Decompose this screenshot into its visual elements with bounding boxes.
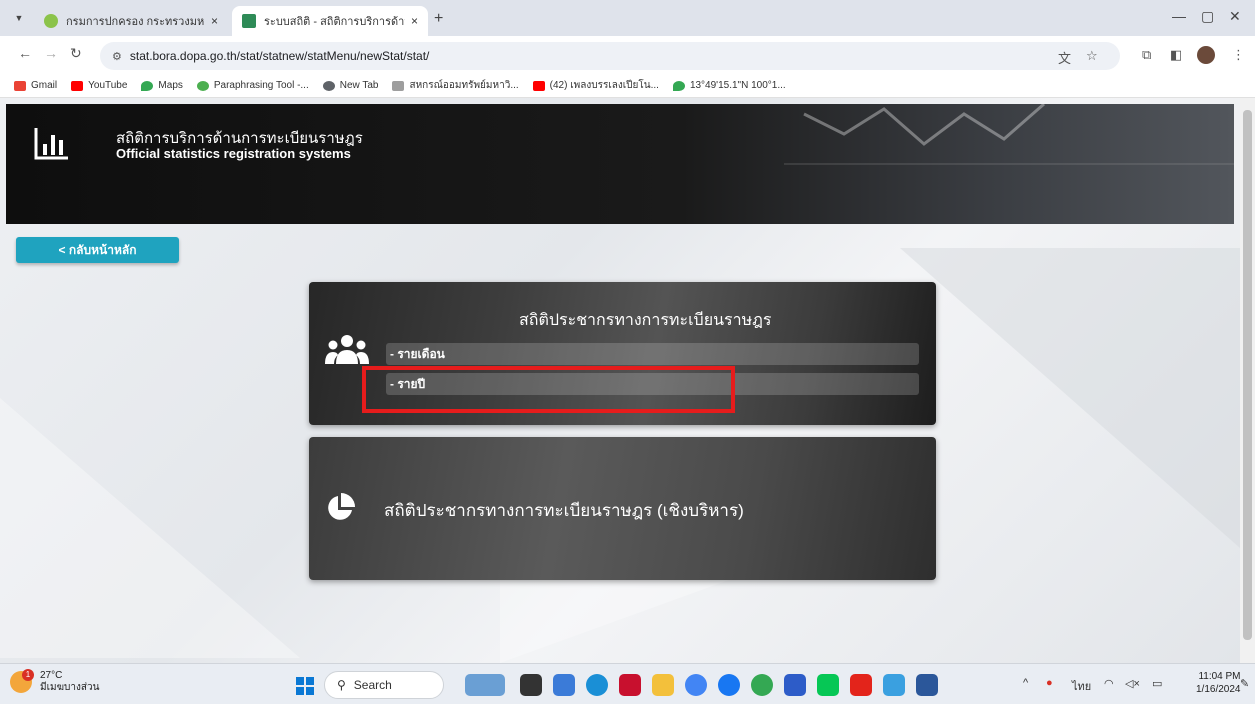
- statistics-logo-icon: [34, 128, 68, 160]
- bookmark-piano[interactable]: (42) เพลงบรรเลงเปียโน...: [532, 78, 659, 93]
- monthly-option[interactable]: - รายเดือน: [386, 343, 919, 365]
- notification-icon[interactable]: ✎: [1240, 677, 1249, 690]
- tab-search-chevron-icon[interactable]: ▼: [10, 9, 28, 27]
- mcafee-icon[interactable]: [619, 674, 641, 696]
- search-icon: ⚲: [337, 678, 346, 692]
- snipping-icon[interactable]: [883, 674, 905, 696]
- bookmark-star-icon[interactable]: ☆: [1086, 48, 1098, 64]
- bookmark-coordinates[interactable]: 13°49'15.1"N 100°1...: [672, 80, 786, 91]
- clock-date: 1/16/2024: [1196, 684, 1241, 695]
- line-icon[interactable]: [817, 674, 839, 696]
- new-tab-button[interactable]: +: [434, 10, 443, 28]
- url-text: stat.bora.dopa.go.th/stat/statnew/statMe…: [129, 49, 430, 63]
- coop-icon: [392, 80, 405, 91]
- bookmarks-bar: Gmail YouTube Maps Paraphrasing Tool -..…: [0, 74, 1255, 98]
- page-scrollbar[interactable]: [1240, 98, 1255, 663]
- site-info-icon[interactable]: ⚙: [112, 50, 122, 63]
- zoom-icon[interactable]: [784, 674, 806, 696]
- extensions-icon[interactable]: ⧉: [1142, 47, 1151, 63]
- users-group-icon: [325, 335, 369, 364]
- bookmark-label: New Tab: [339, 80, 379, 91]
- acrobat-icon[interactable]: [850, 674, 872, 696]
- weather-temperature: 27°C: [40, 670, 63, 681]
- dopa-favicon-icon: [44, 14, 58, 28]
- volume-muted-icon[interactable]: ◁×: [1125, 677, 1140, 690]
- tray-chevron-icon[interactable]: ^: [1023, 677, 1028, 689]
- tab-stat-system[interactable]: ระบบสถิติ - สถิติการบริการด้านการ ×: [232, 6, 428, 36]
- minimize-icon[interactable]: —: [1172, 8, 1186, 24]
- chrome-icon: [322, 80, 335, 91]
- restore-icon[interactable]: ▢: [1201, 8, 1214, 25]
- bookmark-new-tab[interactable]: New Tab: [322, 80, 379, 91]
- bookmark-label: Gmail: [31, 80, 58, 91]
- youtube-icon: [532, 80, 545, 91]
- menu-kebab-icon[interactable]: ⋮: [1232, 47, 1245, 63]
- forward-arrow-icon[interactable]: →: [44, 45, 58, 61]
- chart-favicon-icon: [242, 14, 256, 28]
- chrome-alt-icon[interactable]: [751, 674, 773, 696]
- tab-close-icon[interactable]: ×: [211, 14, 218, 28]
- back-arrow-icon[interactable]: ←: [18, 45, 32, 61]
- search-label: Search: [353, 678, 392, 692]
- taskbar-clock[interactable]: 11:04 PM 1/16/2024: [1196, 670, 1241, 696]
- chrome-icon[interactable]: [685, 674, 707, 696]
- youtube-icon: [71, 80, 84, 91]
- highlight-box: [362, 366, 735, 413]
- facebook-icon[interactable]: [718, 674, 740, 696]
- executive-stats-title: สถิติประชากรทางการทะเบียนราษฎร (เชิงบริห…: [384, 501, 744, 520]
- weather-description: มีเมฆบางส่วน: [40, 682, 100, 693]
- tab-close-icon[interactable]: ×: [411, 14, 418, 28]
- windows-taskbar: 1 27°C มีเมฆบางส่วน ⚲ Search ^ ● ไทย ◠ ◁× …: [0, 663, 1255, 704]
- clock-time: 11:04 PM: [1198, 671, 1241, 682]
- tray-app-icon[interactable]: ●: [1046, 677, 1053, 689]
- header-banner: สถิติการบริการด้านการทะเบียนราษฎร Offici…: [6, 104, 1234, 224]
- side-panel-icon[interactable]: ◧: [1170, 47, 1182, 63]
- bookmark-label: YouTube: [88, 80, 128, 91]
- bookmark-gmail[interactable]: Gmail: [14, 80, 57, 91]
- bookmark-youtube[interactable]: YouTube: [71, 80, 127, 91]
- character-icon[interactable]: [465, 674, 505, 696]
- input-language[interactable]: ไทย: [1072, 677, 1091, 695]
- bookmark-maps[interactable]: Maps: [141, 80, 183, 91]
- edge-icon[interactable]: [586, 674, 608, 696]
- bookmark-label: สหกรณ์ออมทรัพย์มหาวิ...: [409, 80, 519, 91]
- tab-title: ระบบสถิติ - สถิติการบริการด้านการ: [264, 16, 405, 28]
- bookmark-label: Maps: [158, 80, 183, 91]
- reload-icon[interactable]: ↻: [70, 45, 82, 62]
- weather-widget[interactable]: 1 27°C มีเมฆบางส่วน: [10, 669, 100, 694]
- file-explorer-icon[interactable]: [652, 674, 674, 696]
- browser-tab-bar: ▼ กรมการปกครอง กระทรวงมหาดไทย × ระบบสถิต…: [0, 0, 1255, 36]
- bookmark-coop[interactable]: สหกรณ์ออมทรัพย์มหาวิ...: [392, 78, 519, 93]
- population-stats-title: สถิติประชากรทางการทะเบียนราษฎร: [519, 312, 772, 329]
- scrollbar-thumb[interactable]: [1243, 110, 1252, 640]
- task-view-icon[interactable]: [520, 674, 542, 696]
- bookmark-label: (42) เพลงบรรเลงเปียโน...: [549, 80, 659, 91]
- tab-dopa[interactable]: กรมการปกครอง กระทรวงมหาดไทย ×: [34, 6, 228, 36]
- bookmark-paraphrasing[interactable]: Paraphrasing Tool -...: [196, 80, 309, 91]
- battery-icon[interactable]: ▭: [1152, 677, 1162, 690]
- address-bar[interactable]: ⚙ stat.bora.dopa.go.th/stat/statnew/stat…: [100, 42, 1120, 70]
- bookmark-label: Paraphrasing Tool -...: [213, 80, 309, 91]
- maps-icon: [141, 80, 154, 91]
- banner-chart-graphic: [784, 104, 1234, 165]
- window-close-icon[interactable]: ✕: [1229, 8, 1241, 25]
- copilot-icon[interactable]: [553, 674, 575, 696]
- tab-title: กรมการปกครอง กระทรวงมหาดไทย: [66, 16, 205, 28]
- gmail-icon: [14, 80, 26, 91]
- weather-alert-badge: 1: [22, 669, 34, 681]
- taskbar-search-box[interactable]: ⚲ Search: [324, 671, 444, 699]
- weather-sun-icon: 1: [10, 669, 34, 693]
- wifi-icon[interactable]: ◠: [1104, 677, 1114, 690]
- maps-icon: [672, 80, 685, 91]
- bookmark-label: 13°49'15.1"N 100°1...: [689, 80, 786, 91]
- executive-stats-card[interactable]: สถิติประชากรทางการทะเบียนราษฎร (เชิงบริห…: [309, 437, 936, 580]
- quillbot-icon: [196, 80, 209, 91]
- windows-start-icon[interactable]: [296, 677, 314, 695]
- word-icon[interactable]: [916, 674, 938, 696]
- pie-chart-icon: [328, 493, 355, 520]
- profile-avatar[interactable]: [1197, 46, 1215, 64]
- translate-icon[interactable]: 文: [1058, 48, 1071, 67]
- header-title-english: Official statistics registration systems: [116, 146, 351, 161]
- back-to-home-button[interactable]: < กลับหน้าหลัก: [16, 237, 179, 263]
